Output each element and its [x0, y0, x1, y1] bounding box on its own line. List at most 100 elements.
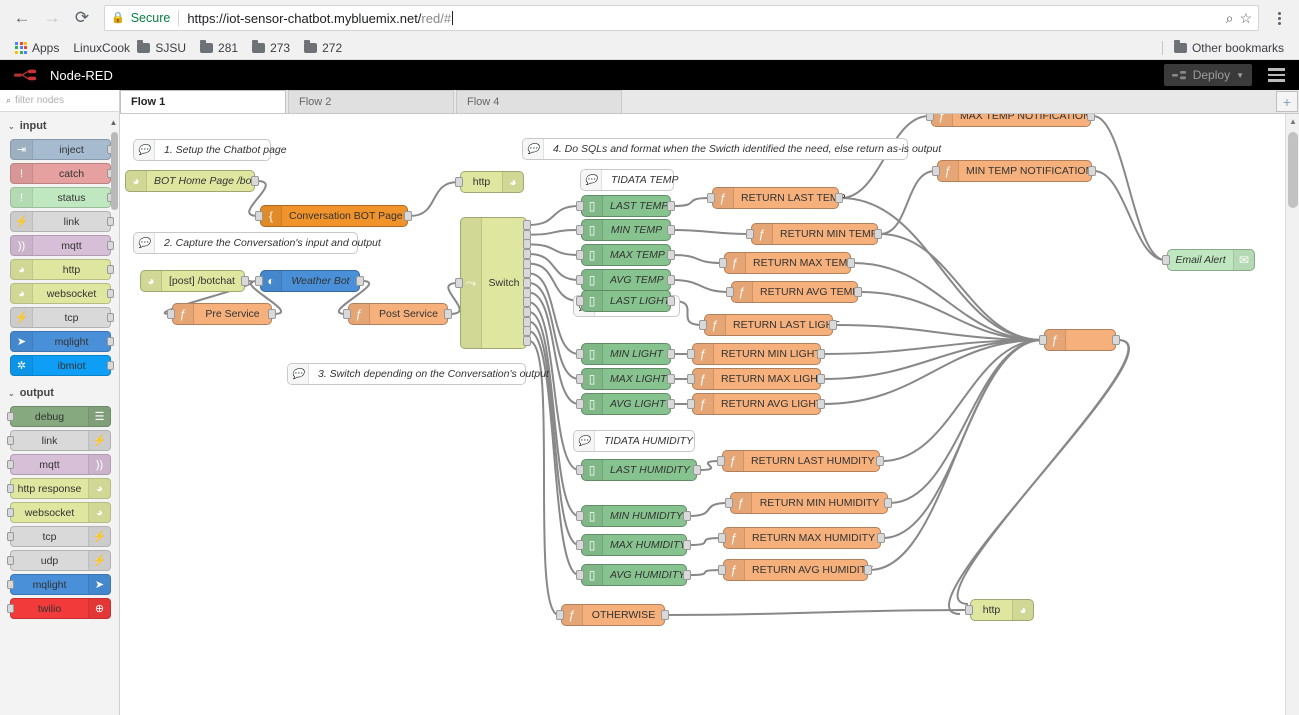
node-output-port[interactable] [523, 278, 531, 288]
palette-node-catch[interactable]: ! catch [10, 163, 114, 184]
node-output-port[interactable] [667, 250, 675, 260]
flow-node-http[interactable]: ◕ http [460, 171, 524, 193]
node-input-port[interactable] [718, 565, 726, 575]
node-output-port[interactable] [107, 289, 114, 298]
node-output-port[interactable] [683, 511, 691, 521]
node-input-port[interactable] [455, 177, 463, 187]
node-output-port[interactable] [661, 610, 669, 620]
node-output-port[interactable] [1112, 335, 1120, 345]
node-output-port[interactable] [667, 349, 675, 359]
node-input-port[interactable] [576, 374, 584, 384]
flow-canvas[interactable]: 💬 1. Setup the Chatbot page 💬 2. Capture th… [120, 114, 1285, 715]
node-input-port[interactable] [576, 349, 584, 359]
comment-node[interactable]: 💬 TIDATA HUMIDITY [573, 430, 695, 452]
flow-node-return-min-humidity[interactable]: ƒ RETURN MIN HUMIDITY [730, 492, 888, 514]
node-output-port[interactable] [523, 239, 531, 250]
node-output-port[interactable] [1087, 114, 1095, 121]
flow-node-return-max-humidity[interactable]: ƒ RETURN MAX HUMIDITY [723, 527, 881, 549]
node-output-port[interactable] [107, 217, 114, 226]
comment-node[interactable]: 💬 TIDATA TEMP [580, 169, 678, 191]
palette-node-mqlight[interactable]: ➤ mqlight [7, 574, 111, 595]
tab-flow-1[interactable]: Flow 1 [120, 90, 286, 113]
flow-node-pre-service[interactable]: ƒ Pre Service [172, 303, 272, 325]
flow-node-email-alert[interactable]: ✉ Email Alert [1167, 249, 1255, 271]
flow-node-http[interactable]: ◕ http [970, 599, 1034, 621]
bookmark-272[interactable]: 272 [297, 39, 349, 57]
flow-node-return-min-light[interactable]: ƒ RETURN MIN LIGHT [692, 343, 821, 365]
node-input-port[interactable] [576, 399, 584, 409]
flow-node-otherwise[interactable]: ƒ OTHERWISE [561, 604, 665, 626]
flow-node-avg-humidity[interactable]: ▯ AVG HUMIDITY [581, 564, 687, 586]
flow-node-avg-temp[interactable]: ▯ AVG TEMP [581, 269, 671, 291]
node-input-port[interactable] [687, 349, 695, 359]
palette-node-websocket[interactable]: ◕ websocket [10, 283, 114, 304]
switch-node[interactable]: ⤳ Switch [460, 217, 527, 349]
palette-node-tcp[interactable]: ⚡ tcp [10, 307, 114, 328]
node-output-port[interactable] [268, 309, 276, 319]
flow-canvas-viewport[interactable]: 💬 1. Setup the Chatbot page 💬 2. Capture th… [120, 114, 1285, 715]
vertical-scroll-thumb[interactable] [1288, 132, 1298, 208]
bookmark-apps[interactable]: Apps [8, 39, 66, 57]
node-output-port[interactable] [107, 361, 114, 370]
node-output-port[interactable] [667, 374, 675, 384]
comment-node[interactable]: 💬 2. Capture the Conversation's input and… [133, 232, 381, 254]
node-output-port[interactable] [1088, 166, 1096, 176]
node-output-port[interactable] [835, 193, 843, 203]
node-output-port[interactable] [683, 540, 691, 550]
palette-node-udp[interactable]: ⚡ udp [7, 550, 111, 571]
flow-node-weather-bot[interactable]: ◐ Weather Bot [260, 270, 360, 292]
bookmark-273[interactable]: 273 [245, 39, 297, 57]
node-output-port[interactable] [667, 225, 675, 235]
palette-node-mqtt[interactable]: )) mqtt [10, 235, 114, 256]
node-input-port[interactable] [965, 605, 973, 615]
tab-flow-4[interactable]: Flow 4 [456, 90, 622, 113]
node-output-port[interactable] [667, 296, 675, 306]
node-input-port[interactable] [687, 399, 695, 409]
flow-node-conversation-bot-page[interactable]: {Conversation BOT Page [260, 205, 408, 227]
node-input-port[interactable] [576, 225, 584, 235]
chrome-menu-icon[interactable] [1267, 4, 1291, 32]
node-output-port[interactable] [817, 399, 825, 409]
flow-node-min-humidity[interactable]: ▯ MIN HUMIDITY [581, 505, 687, 527]
node-input-port[interactable] [926, 114, 934, 121]
node-input-port[interactable] [7, 580, 14, 589]
flow-node-min-light[interactable]: ▯ MIN LIGHT [581, 343, 671, 365]
bookmark-sjsu[interactable]: SJSU [130, 39, 193, 57]
palette-node-link[interactable]: ⚡ link [10, 211, 114, 232]
node-output-port[interactable] [667, 201, 675, 211]
palette-node-link[interactable]: ⚡ link [7, 430, 111, 451]
flow-node-avg-light[interactable]: ▯ AVG LIGHT [581, 393, 671, 415]
node-input-port[interactable] [7, 460, 14, 469]
node-output-port[interactable] [693, 465, 701, 475]
node-output-port[interactable] [107, 241, 114, 250]
back-arrow-icon[interactable]: ← [8, 4, 36, 32]
workspace-vertical-scrollbar[interactable]: ▲ ▼ [1285, 114, 1299, 715]
node-output-port[interactable] [523, 326, 531, 337]
node-output-port[interactable] [523, 229, 531, 240]
node-output-port[interactable] [874, 229, 882, 239]
flow-node-post-service[interactable]: ƒ Post Service [348, 303, 448, 325]
node-input-port[interactable] [576, 511, 584, 521]
node-input-port[interactable] [746, 229, 754, 239]
node-input-port[interactable] [7, 508, 14, 517]
node-output-port[interactable] [864, 565, 872, 575]
node-output-port[interactable] [523, 268, 531, 279]
node-output-port[interactable] [251, 176, 259, 186]
node-input-port[interactable] [556, 610, 564, 620]
bookmark-other-bookmarks[interactable]: Other bookmarks [1167, 39, 1291, 57]
node-input-port[interactable] [726, 287, 734, 297]
palette-node-http[interactable]: ◕ http [10, 259, 114, 280]
palette-category-output[interactable]: ⌄ output [0, 379, 119, 403]
node-output-port[interactable] [444, 309, 452, 319]
node-output-port[interactable] [523, 307, 531, 317]
node-input-port[interactable] [7, 436, 14, 445]
palette-node-inject[interactable]: ⇥ inject [10, 139, 114, 160]
node-output-port[interactable] [107, 313, 114, 322]
node-output-port[interactable] [107, 337, 114, 346]
node-input-port[interactable] [725, 498, 733, 508]
node-output-port[interactable] [847, 258, 855, 268]
node-input-port[interactable] [707, 193, 715, 203]
node-input-port[interactable] [719, 258, 727, 268]
node-output-port[interactable] [683, 570, 691, 580]
flow-node-bot-home-page-bot[interactable]: ◕ BOT Home Page /bot [125, 170, 255, 192]
